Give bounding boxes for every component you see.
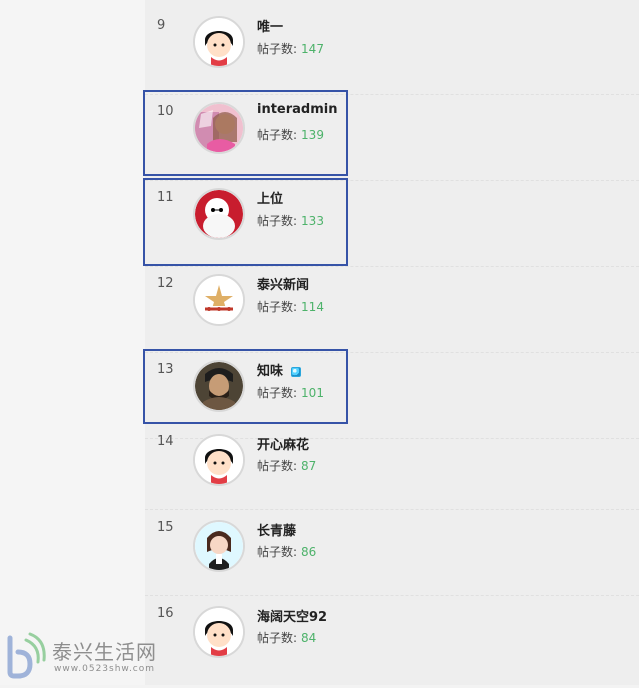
post-count: 帖子数: 101: [257, 384, 324, 401]
post-count-value: 86: [301, 545, 317, 559]
post-count: 帖子数: 87: [257, 457, 316, 474]
rank-number: 14: [157, 434, 174, 449]
rank-number: 10: [157, 104, 174, 119]
tv-logo-avatar-icon: [195, 276, 243, 324]
username[interactable]: 长青藤: [257, 520, 296, 539]
post-count-value: 139: [301, 128, 324, 142]
username[interactable]: 上位: [257, 188, 283, 207]
ranking-row-12: 12 泰兴新闻 帖子数: 114: [145, 258, 639, 353]
user-avatar[interactable]: [193, 520, 245, 572]
post-count-label: 帖子数:: [257, 459, 298, 473]
rank-number: 9: [157, 18, 166, 33]
post-count: 帖子数: 114: [257, 298, 324, 315]
post-count-value: 147: [301, 42, 324, 56]
ranking-row-13: 13 知味 帖子数: 101: [145, 344, 639, 439]
robot-avatar-icon: [195, 190, 243, 238]
left-background: [0, 0, 145, 685]
post-count-label: 帖子数:: [257, 214, 298, 228]
rank-number: 15: [157, 520, 174, 535]
post-count-value: 84: [301, 631, 317, 645]
rank-number: 13: [157, 362, 174, 377]
user-avatar[interactable]: [193, 360, 245, 412]
username[interactable]: 开心麻花: [257, 434, 309, 453]
row-divider: [145, 509, 639, 510]
rank-number: 12: [157, 276, 174, 291]
post-count: 帖子数: 147: [257, 40, 324, 57]
username[interactable]: 唯一: [257, 16, 283, 35]
ranking-row-10: 10 interadmin 帖子数: 139: [145, 86, 639, 181]
post-count-value: 101: [301, 386, 324, 400]
user-avatar[interactable]: [193, 434, 245, 486]
row-divider: [145, 595, 639, 596]
user-avatar[interactable]: [193, 188, 245, 240]
warrior-avatar-icon: [195, 362, 243, 410]
post-count-value: 133: [301, 214, 324, 228]
ranking-row-16: 16 海阔天空92 帖子数: 84: [145, 602, 639, 688]
post-count-label: 帖子数:: [257, 300, 298, 314]
cyan-gem-icon: [291, 366, 302, 377]
username[interactable]: 泰兴新闻: [257, 274, 309, 293]
rank-number: 16: [157, 606, 174, 621]
post-count: 帖子数: 84: [257, 629, 316, 646]
photo-avatar-icon: [195, 104, 243, 152]
username[interactable]: 知味: [257, 360, 302, 379]
post-count-value: 114: [301, 300, 324, 314]
ranking-row-9: 9 唯一 帖子数: 147: [145, 0, 639, 95]
username[interactable]: 海阔天空92: [257, 606, 327, 625]
ranking-row-15: 15 长青藤 帖子数: 86: [145, 516, 639, 602]
ranking-row-14: 14 开心麻花 帖子数: 87: [145, 430, 639, 516]
post-count-label: 帖子数:: [257, 545, 298, 559]
girl-avatar-icon: [195, 522, 243, 570]
rank-number: 11: [157, 190, 174, 205]
default-avatar-icon: [195, 436, 243, 484]
username-text[interactable]: 知味: [257, 364, 283, 379]
user-avatar[interactable]: [193, 606, 245, 658]
post-count-label: 帖子数:: [257, 631, 298, 645]
post-count-label: 帖子数:: [257, 386, 298, 400]
default-avatar-icon: [195, 18, 243, 66]
user-avatar[interactable]: [193, 16, 245, 68]
post-count: 帖子数: 133: [257, 212, 324, 229]
post-count: 帖子数: 139: [257, 126, 324, 143]
post-count-value: 87: [301, 459, 317, 473]
user-avatar[interactable]: [193, 102, 245, 154]
post-count: 帖子数: 86: [257, 543, 316, 560]
post-count-label: 帖子数:: [257, 128, 298, 142]
ranking-row-11: 11 上位 帖子数: 133: [145, 172, 639, 267]
username[interactable]: interadmin: [257, 102, 338, 117]
post-count-label: 帖子数:: [257, 42, 298, 56]
user-avatar[interactable]: [193, 274, 245, 326]
default-avatar-icon: [195, 608, 243, 656]
